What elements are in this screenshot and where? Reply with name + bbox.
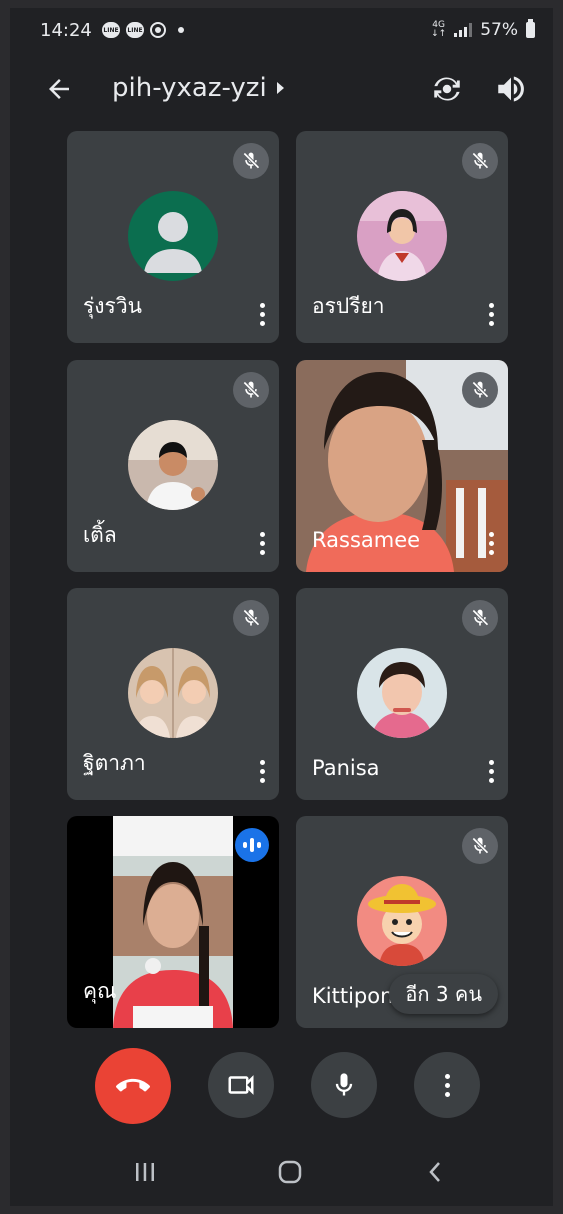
phone-screen: 14:24 LINE LINE 4G ↓↑ 57% pih-yxaz-yzi ร… [10, 8, 553, 1206]
participant-tile[interactable]: ฐิตาภา [67, 588, 279, 800]
recent-apps-icon[interactable] [125, 1154, 165, 1190]
caret-right-icon [276, 82, 284, 94]
participant-name: Rassamee [312, 528, 421, 552]
participant-name: ฐิตาภา [83, 751, 146, 775]
video-camera-icon [228, 1075, 254, 1095]
battery-icon [526, 19, 535, 38]
participant-tile[interactable]: Panisa [296, 588, 508, 800]
participant-name: Panisa [312, 756, 380, 780]
speaker-icon[interactable] [494, 72, 528, 106]
avatar [357, 648, 447, 738]
mic-toggle-button[interactable] [311, 1052, 377, 1118]
hang-up-icon [116, 1078, 150, 1092]
mic-off-icon [233, 372, 269, 408]
participant-name: อรปรียา [312, 294, 385, 318]
switch-camera-icon[interactable] [430, 72, 464, 106]
line-app-icon-2: LINE [126, 22, 144, 38]
meeting-header: pih-yxaz-yzi [10, 64, 553, 114]
network-type-icon: 4G ↓↑ [431, 21, 446, 39]
more-options-icon[interactable] [484, 301, 498, 327]
mic-off-icon [233, 600, 269, 636]
back-nav-icon[interactable] [415, 1154, 455, 1190]
participant-tile[interactable]: Rassamee [296, 360, 508, 572]
others-badge[interactable]: อีก 3 คน [389, 974, 498, 1014]
home-icon[interactable] [270, 1154, 310, 1190]
network-activity-label: ↓↑ [431, 29, 447, 39]
signal-icon [454, 23, 473, 37]
more-options-icon[interactable] [484, 530, 498, 556]
back-arrow-icon[interactable] [44, 74, 74, 104]
participant-tile[interactable]: รุ่งรวิน [67, 131, 279, 343]
more-options-icon[interactable] [255, 758, 269, 784]
more-options-icon[interactable] [255, 530, 269, 556]
participant-name: เติ้ล [83, 523, 117, 547]
mic-off-icon [462, 372, 498, 408]
participant-name: รุ่งรวิน [83, 294, 142, 318]
more-notifications-dot-icon [178, 27, 184, 33]
more-options-button[interactable] [414, 1052, 480, 1118]
meeting-code-button[interactable]: pih-yxaz-yzi [112, 73, 284, 103]
avatar [357, 876, 447, 966]
system-nav-bar [10, 1136, 553, 1206]
avatar [128, 648, 218, 738]
mic-off-icon [462, 828, 498, 864]
microphone-icon [335, 1073, 353, 1096]
notification-icons: LINE LINE [102, 22, 184, 38]
mic-off-icon [462, 143, 498, 179]
avatar [128, 420, 218, 510]
more-vert-icon [440, 1072, 454, 1098]
avatar [357, 191, 447, 281]
avatar [128, 191, 218, 281]
participant-name: คุณ [83, 979, 117, 1003]
self-tile[interactable]: คุณ [67, 816, 279, 1028]
camera-toggle-button[interactable] [208, 1052, 274, 1118]
more-options-icon[interactable] [255, 301, 269, 327]
chrome-icon [150, 22, 166, 38]
participant-tile[interactable]: เติ้ล [67, 360, 279, 572]
status-time: 14:24 [40, 20, 92, 41]
speaking-indicator-icon [235, 828, 269, 862]
self-video [113, 816, 233, 1028]
end-call-button[interactable] [95, 1048, 171, 1124]
status-bar: 14:24 LINE LINE 4G ↓↑ 57% [10, 8, 553, 56]
participant-tile[interactable]: Kittipong อีก 3 คน [296, 816, 508, 1028]
meeting-code: pih-yxaz-yzi [112, 73, 267, 103]
mic-off-icon [233, 143, 269, 179]
line-app-icon: LINE [102, 22, 120, 38]
battery-percent: 57% [480, 20, 518, 40]
mic-off-icon [462, 600, 498, 636]
more-options-icon[interactable] [484, 758, 498, 784]
participant-tile[interactable]: อรปรียา [296, 131, 508, 343]
status-right: 4G ↓↑ 57% [431, 19, 535, 40]
